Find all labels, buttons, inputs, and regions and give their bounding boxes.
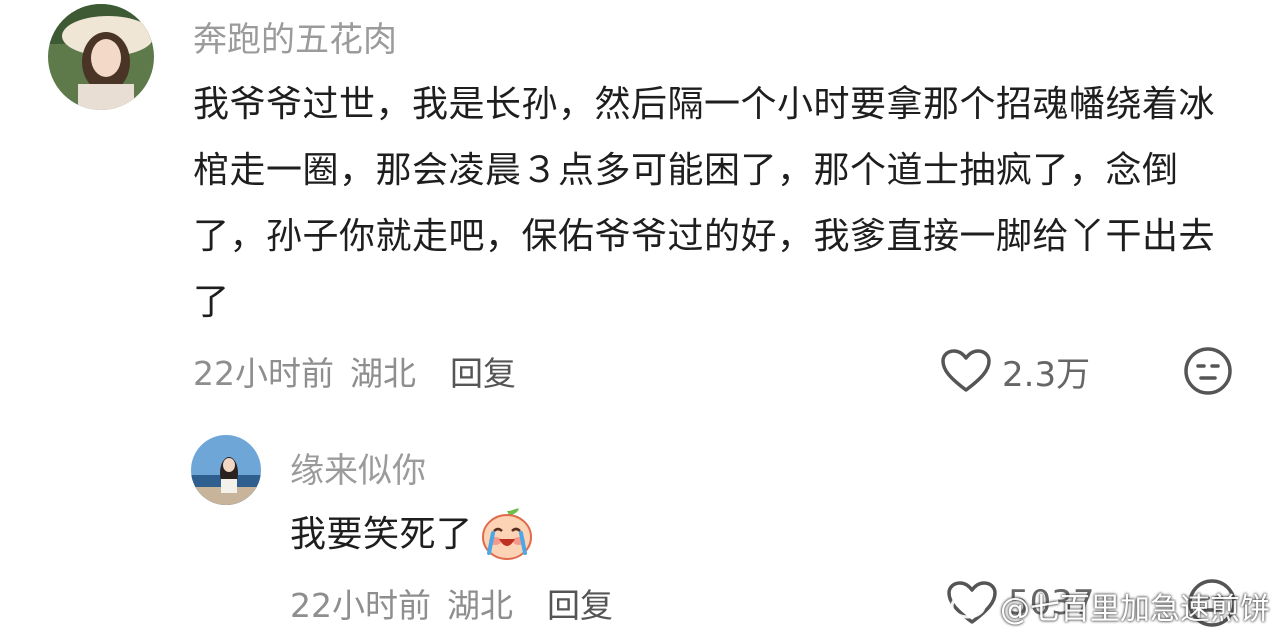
comment-username[interactable]: 缘来似你 (290, 443, 426, 492)
watermark-text: @七百里加急速煎饼 (1000, 592, 1270, 627)
crying-laughing-peach-emoji (479, 505, 535, 565)
reply-button[interactable]: 回复 (450, 347, 516, 395)
avatar[interactable] (48, 4, 154, 110)
like-count: 2.3万 (1002, 354, 1091, 395)
comment-text: 我爷爷过世，我是长孙，然后隔一个小时要拿那个招魂幡绕着冰棺走一圈，那会凌晨３点多… (193, 84, 1216, 323)
meh-face-icon (1182, 345, 1234, 397)
comment-region: 湖北 (447, 586, 513, 625)
comment-username[interactable]: 奔跑的五花肉 (193, 12, 397, 61)
comment-meta: 22小时前 湖北 回复 (193, 346, 516, 396)
comment-time: 22小时前 (193, 354, 334, 393)
avatar[interactable] (191, 435, 261, 505)
like-button[interactable]: 2.3万 (940, 346, 1090, 396)
comment-region: 湖北 (350, 354, 416, 393)
dislike-button[interactable] (1182, 346, 1234, 396)
comment-text: 我要笑死了 (290, 514, 473, 555)
reply-button[interactable]: 回复 (547, 579, 613, 627)
heart-outline-icon (940, 348, 992, 394)
comment-text-row: 我要笑死了 (290, 505, 535, 565)
comment-time: 22小时前 (290, 586, 431, 625)
watermark: @七百里加急速煎饼 (950, 584, 1270, 628)
weibo-logo-icon (950, 584, 994, 628)
comment-meta: 22小时前 湖北 回复 (290, 578, 613, 628)
